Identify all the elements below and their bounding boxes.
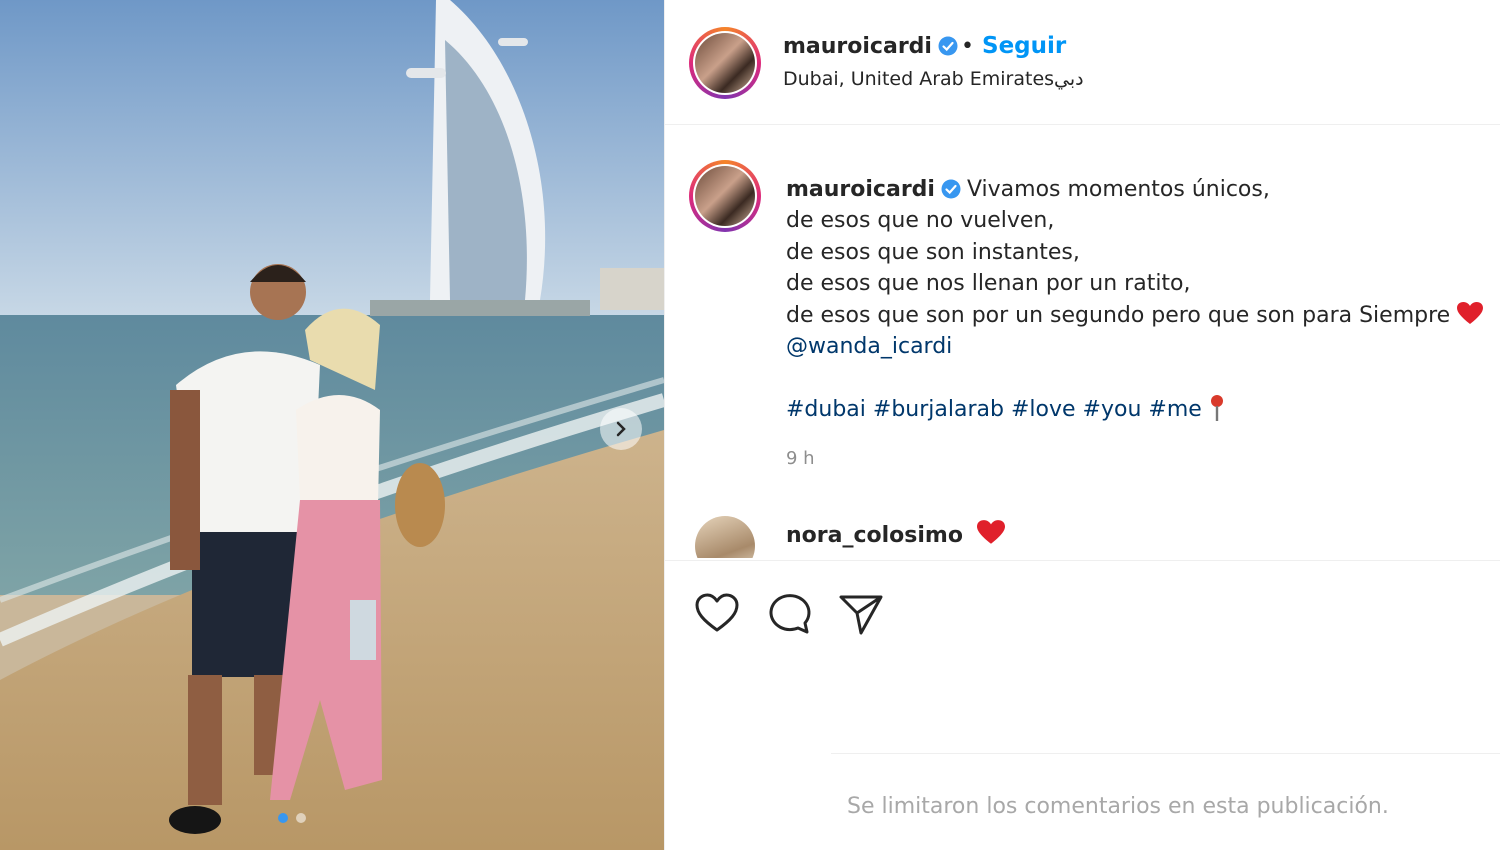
caption-line: de esos que nos llenan por un ratito,	[786, 271, 1191, 297]
avatar-photo	[695, 33, 755, 93]
comments-footer: Se limitaron los comentarios en esta pub…	[831, 753, 1500, 851]
heart-outline-icon	[695, 593, 739, 632]
caption-text: mauroicardi Vivamos momentos únicos, de e…	[786, 174, 1484, 425]
avatar-photo	[695, 166, 755, 226]
hashtag-me[interactable]: #me	[1148, 397, 1201, 422]
comment-username[interactable]: nora_colosimo	[786, 523, 963, 548]
comment-button[interactable]	[765, 589, 813, 637]
round-pushpin-icon	[1210, 394, 1223, 421]
carousel-dot	[296, 813, 306, 823]
heart-emoji-icon	[1457, 301, 1484, 324]
verified-badge-icon	[938, 36, 958, 56]
heart-emoji-icon	[976, 520, 1005, 544]
post-side-panel: mauroicardi • Seguir Dubai, United Arab …	[664, 0, 1500, 850]
caption-line: de esos que son instantes,	[786, 239, 1080, 265]
paper-plane-icon	[839, 595, 883, 635]
like-button[interactable]	[693, 589, 741, 637]
caption-mention[interactable]: @wanda_icardi	[786, 334, 952, 359]
caption-line: Vivamos momentos únicos,	[966, 177, 1270, 202]
caption-avatar[interactable]	[689, 160, 761, 232]
hashtag-you[interactable]: #you	[1083, 397, 1142, 422]
carousel-next-button[interactable]	[600, 408, 642, 450]
follow-button[interactable]: Seguir	[982, 33, 1066, 59]
comment-bubble-icon	[769, 594, 811, 634]
limited-comments-notice: Se limitaron los comentarios en esta pub…	[847, 794, 1389, 819]
hashtag-dubai[interactable]: #dubai	[786, 397, 866, 422]
caption-line: de esos que no vuelven,	[786, 208, 1055, 234]
carousel-indicator	[278, 813, 306, 823]
chevron-right-icon	[616, 421, 626, 437]
post-time[interactable]: 9 h	[786, 448, 815, 469]
separator-dot: •	[961, 34, 974, 59]
post-location[interactable]: Dubai, United Arab Emiratesدبي	[783, 68, 1084, 90]
caption-username[interactable]: mauroicardi	[786, 177, 935, 202]
verified-badge-icon	[941, 179, 961, 199]
commenter-avatar[interactable]	[695, 516, 755, 558]
post-username[interactable]: mauroicardi	[783, 34, 958, 59]
avatar[interactable]	[689, 27, 761, 99]
hashtag-burjalarab[interactable]: #burjalarab	[873, 397, 1004, 422]
carousel-dot-active	[278, 813, 288, 823]
hashtag-love[interactable]: #love	[1011, 397, 1076, 422]
caption-line: de esos que son por un segundo pero que …	[786, 302, 1451, 328]
share-button[interactable]	[837, 589, 885, 637]
beach-photo-illustration	[0, 0, 664, 850]
caption-block: mauroicardi Vivamos momentos únicos, de e…	[665, 124, 1500, 558]
post-header: mauroicardi • Seguir Dubai, United Arab …	[665, 0, 1500, 125]
post-photo[interactable]	[0, 0, 664, 850]
comment-item: nora_colosimo	[786, 520, 1005, 548]
post-actions	[665, 560, 1500, 753]
